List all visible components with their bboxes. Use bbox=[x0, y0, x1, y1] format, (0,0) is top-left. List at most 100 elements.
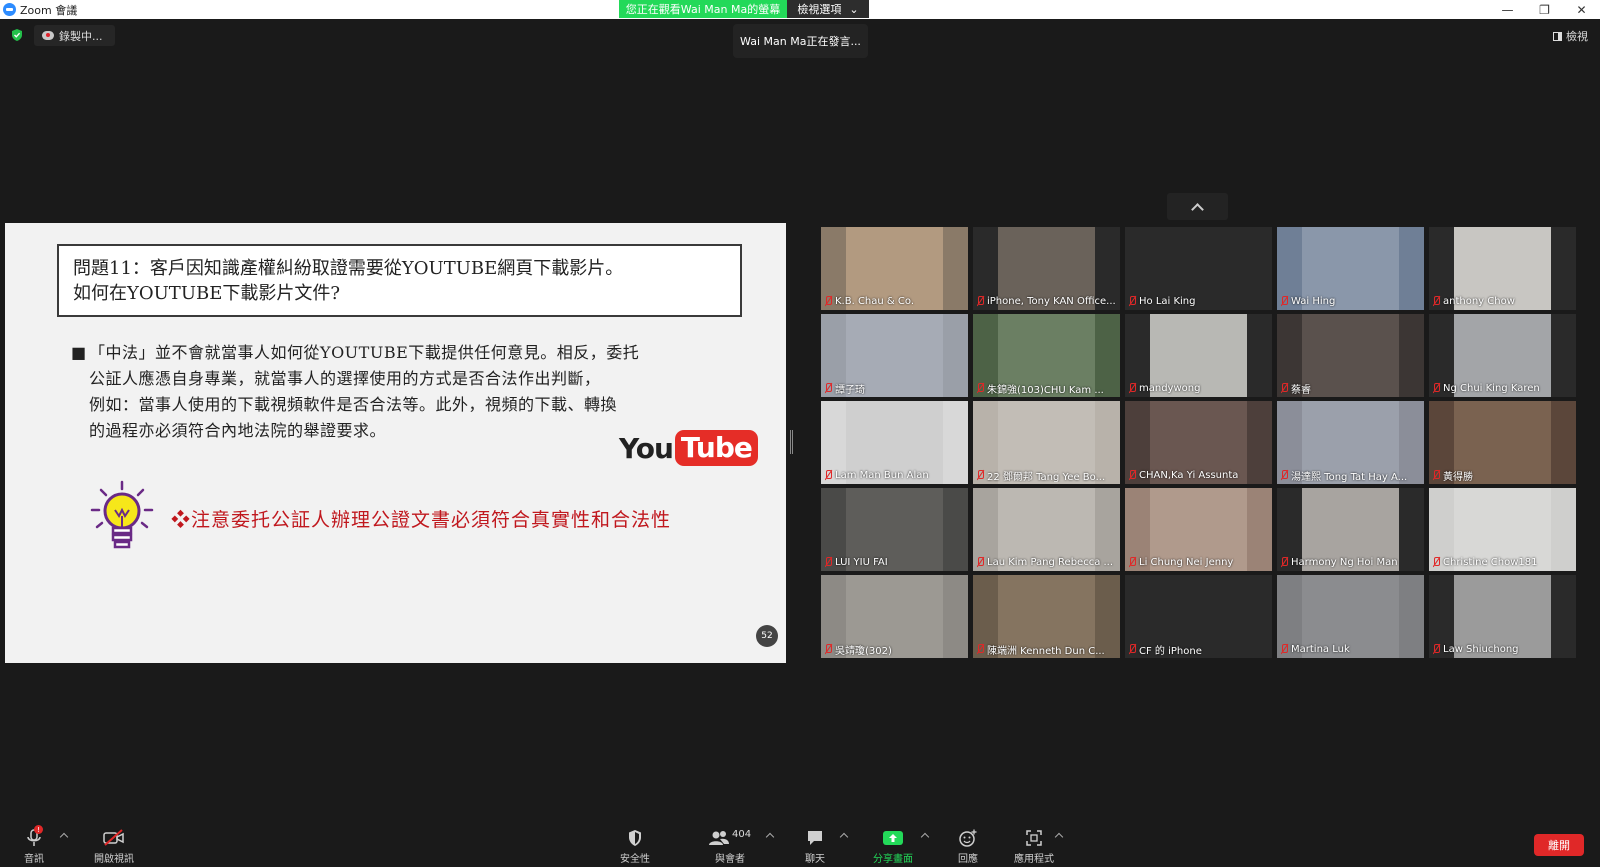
participant-name: 湯達熙 Tong Tat Hay A... bbox=[1291, 471, 1408, 483]
participant-tile[interactable]: mandywong bbox=[1125, 314, 1272, 397]
mic-muted-icon bbox=[977, 644, 984, 654]
apps-icon bbox=[1025, 828, 1043, 848]
participant-name: 譚子琦 bbox=[835, 384, 865, 396]
participant-tile[interactable]: 陳端洲 Kenneth Dun C... bbox=[973, 575, 1120, 658]
chat-options-caret-icon[interactable] bbox=[839, 832, 849, 842]
participant-tile[interactable]: Wai Hing bbox=[1277, 227, 1424, 310]
active-speaker-tag: Wai Man Ma正在發言... bbox=[733, 24, 868, 58]
mic-muted-icon bbox=[825, 470, 832, 480]
chat-button[interactable]: 聊天 bbox=[805, 828, 825, 865]
participant-tile[interactable]: Lau Kim Pang Rebecca ... bbox=[973, 488, 1120, 571]
view-options-button[interactable]: 檢視選項 ⌄ bbox=[787, 0, 869, 18]
participant-name: Law Shiuchong bbox=[1443, 643, 1519, 655]
participant-tile[interactable]: 22 鄧爾邦 Tang Yee Bo... bbox=[973, 401, 1120, 484]
chat-bubble-icon bbox=[806, 828, 824, 848]
participant-tile[interactable]: Law Shiuchong bbox=[1429, 575, 1576, 658]
leave-meeting-button[interactable]: 離開 bbox=[1534, 834, 1584, 856]
participant-tile[interactable]: CHAN,Ka Yi Assunta bbox=[1125, 401, 1272, 484]
restore-button[interactable]: ❐ bbox=[1526, 0, 1563, 19]
participants-options-caret-icon[interactable] bbox=[765, 832, 775, 842]
youtube-logo-you: You bbox=[619, 431, 674, 465]
participant-tile[interactable]: anthony Chow bbox=[1429, 227, 1576, 310]
audio-options-caret-icon[interactable] bbox=[59, 832, 69, 842]
mic-muted-icon bbox=[1129, 470, 1136, 480]
participant-name-tag: K.B. Chau & Co. bbox=[825, 294, 964, 308]
participant-name: anthony Chow bbox=[1443, 295, 1515, 307]
participant-name-tag: LUI YIU FAI bbox=[825, 555, 964, 569]
mic-muted-icon bbox=[1433, 383, 1440, 393]
alert-badge-icon: ! bbox=[34, 825, 43, 834]
start-video-button[interactable]: 開啟視訊 bbox=[94, 828, 134, 865]
security-button[interactable]: 安全性 bbox=[620, 828, 650, 865]
participant-name: iPhone, Tony KAN Office... bbox=[987, 295, 1116, 307]
participant-tile[interactable]: 朱錦強(103)CHU Kam ... bbox=[973, 314, 1120, 397]
minimize-button[interactable]: — bbox=[1489, 0, 1526, 19]
participant-name: Lam Man Bun Alan bbox=[835, 469, 929, 481]
viewing-screen-banner: 您正在觀看Wai Man Ma的螢幕 bbox=[619, 0, 787, 18]
participant-name-tag: Christine Chow181 bbox=[1433, 555, 1572, 569]
participant-name: Ng Chui King Karen bbox=[1443, 382, 1540, 394]
panel-splitter-handle[interactable] bbox=[790, 430, 793, 454]
participant-tile[interactable]: 黃得勝 bbox=[1429, 401, 1576, 484]
participant-tile[interactable]: LUI YIU FAI bbox=[821, 488, 968, 571]
participant-tile[interactable]: 湯達熙 Tong Tat Hay A... bbox=[1277, 401, 1424, 484]
participant-name: mandywong bbox=[1139, 382, 1201, 394]
participants-button[interactable]: 404 與會者 bbox=[708, 828, 752, 865]
participant-tile[interactable]: CF 的 iPhone bbox=[1125, 575, 1272, 658]
participant-name-tag: Li Chung Nei Jenny bbox=[1129, 555, 1268, 569]
participant-tile[interactable]: 蔡睿 bbox=[1277, 314, 1424, 397]
participant-name: Harmony Ng Hoi Man bbox=[1291, 556, 1398, 568]
recording-label: 錄製中... bbox=[59, 29, 103, 43]
participant-tile[interactable]: iPhone, Tony KAN Office... bbox=[973, 227, 1120, 310]
zoom-logo-icon bbox=[3, 3, 16, 16]
participant-name: CF 的 iPhone bbox=[1139, 645, 1202, 657]
recording-indicator[interactable]: 錄製中... bbox=[34, 25, 115, 46]
audio-button[interactable]: ! 音訊 bbox=[24, 825, 44, 865]
answer-line: 「中法」並不會就當事人如何從YOUTUBE下載提供任何意見。相反，委托 bbox=[89, 343, 640, 362]
share-screen-label: 分享畫面 bbox=[873, 854, 913, 865]
reactions-label: 回應 bbox=[958, 854, 978, 865]
mic-muted-icon bbox=[1281, 383, 1288, 393]
participant-name-tag: 湯達熙 Tong Tat Hay A... bbox=[1281, 468, 1420, 482]
question-line-2: 如何在YOUTUBE下載影片文件? bbox=[73, 283, 341, 304]
participant-name: 黃得勝 bbox=[1443, 471, 1473, 483]
participant-tile[interactable]: Lam Man Bun Alan bbox=[821, 401, 968, 484]
view-label: 檢視 bbox=[1566, 30, 1588, 43]
question-line-1: 問題11：客戶因知識產權糾紛取證需要從YOUTUBE網頁下載影片。 bbox=[73, 258, 624, 279]
participant-tile[interactable]: 吳靖瓊(302) bbox=[821, 575, 968, 658]
participant-name: CHAN,Ka Yi Assunta bbox=[1139, 469, 1239, 481]
participant-name-tag: CF 的 iPhone bbox=[1129, 642, 1268, 656]
security-label: 安全性 bbox=[620, 854, 650, 865]
participant-tile[interactable]: Harmony Ng Hoi Man bbox=[1277, 488, 1424, 571]
participant-name-tag: 蔡睿 bbox=[1281, 381, 1420, 395]
mic-muted-icon bbox=[1433, 296, 1440, 306]
mic-muted-icon bbox=[825, 296, 832, 306]
close-button[interactable]: ✕ bbox=[1563, 0, 1600, 19]
chevron-down-icon: ⌄ bbox=[849, 2, 859, 16]
apps-button[interactable]: 應用程式 bbox=[1014, 828, 1054, 865]
gallery-previous-page-button[interactable] bbox=[1167, 193, 1228, 220]
participant-name-tag: 黃得勝 bbox=[1433, 468, 1572, 482]
participant-name: 22 鄧爾邦 Tang Yee Bo... bbox=[987, 471, 1106, 483]
participant-tile[interactable]: Martina Luk bbox=[1277, 575, 1424, 658]
youtube-logo-tube: Tube bbox=[674, 430, 758, 466]
mic-muted-icon bbox=[1129, 383, 1136, 393]
reactions-button[interactable]: 回應 bbox=[958, 828, 978, 865]
mic-muted-icon bbox=[1281, 470, 1288, 480]
apps-options-caret-icon[interactable] bbox=[1054, 832, 1064, 842]
participant-tile[interactable]: Christine Chow181 bbox=[1429, 488, 1576, 571]
view-button[interactable]: 檢視 bbox=[1553, 28, 1588, 44]
participant-tile[interactable]: Ng Chui King Karen bbox=[1429, 314, 1576, 397]
shield-icon bbox=[627, 828, 643, 848]
participant-tile[interactable]: 譚子琦 bbox=[821, 314, 968, 397]
bullet-square-icon: ■ bbox=[71, 343, 87, 362]
participant-tile[interactable]: K.B. Chau & Co. bbox=[821, 227, 968, 310]
participant-tile[interactable]: Ho Lai King bbox=[1125, 227, 1272, 310]
share-screen-button[interactable]: 分享畫面 bbox=[873, 828, 913, 865]
shield-check-icon[interactable] bbox=[10, 28, 24, 42]
share-options-caret-icon[interactable] bbox=[920, 832, 930, 842]
mic-muted-icon bbox=[977, 296, 984, 306]
slide-page-number: 52 bbox=[756, 625, 778, 647]
participant-tile[interactable]: Li Chung Nei Jenny bbox=[1125, 488, 1272, 571]
participant-name: Christine Chow181 bbox=[1443, 556, 1538, 568]
